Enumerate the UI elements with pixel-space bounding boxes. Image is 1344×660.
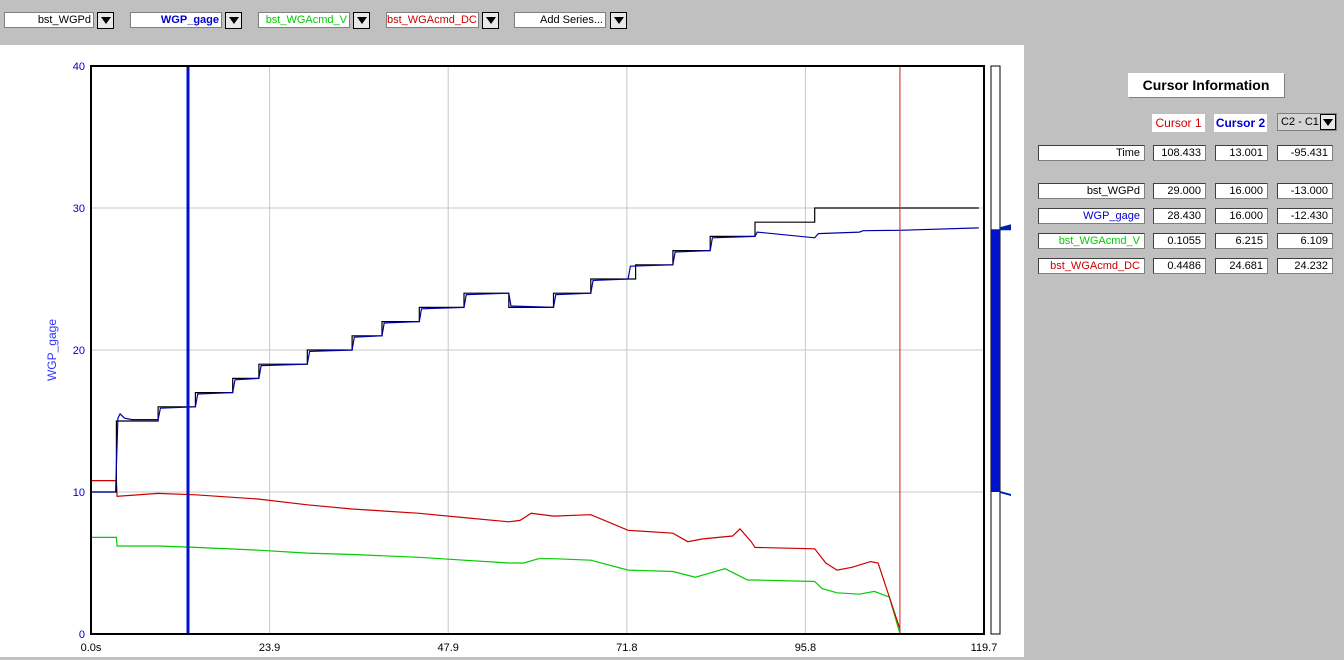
series-line-bst-wgacmd-v	[91, 536, 901, 633]
chevron-down-icon	[613, 17, 624, 24]
cursor1-header: Cursor 1	[1152, 114, 1205, 132]
x-tick-label: 0.0s	[81, 642, 102, 654]
chevron-down-icon	[485, 17, 496, 24]
upper-handle-icon[interactable]	[1000, 224, 1011, 231]
x-tick-label: 119.7	[971, 642, 998, 654]
series-cursor2-value: 24.681	[1215, 258, 1268, 274]
chevron-down-icon	[1323, 118, 1333, 126]
series-row-label: bst_WGAcmd_V	[1038, 233, 1145, 249]
series-line-bst-wgacmd-dc	[91, 480, 901, 629]
series-row-label: bst_WGAcmd_DC	[1038, 258, 1145, 274]
series-row-label: bst_WGPd	[1038, 183, 1145, 199]
series-dropdown-wgp-gage[interactable]	[225, 12, 242, 29]
series-dropdown-bst-wgacmd-dc[interactable]	[482, 12, 499, 29]
series-select-bst-wgacmd-dc[interactable]: bst_WGAcmd_DC	[386, 12, 479, 28]
line-chart[interactable]: 0.0s 23.9 47.9 71.8 95.8 119.7 0 10 20 30 40 WGP_ga…	[0, 45, 1024, 657]
time-cursor1-value: 108.433	[1153, 145, 1206, 161]
y-tick-label: 0	[79, 629, 85, 641]
series-diff-value: 24.232	[1277, 258, 1333, 274]
series-select-bst-wgpd[interactable]: bst_WGPd	[4, 12, 94, 28]
series-diff-value: -12.430	[1277, 208, 1333, 224]
series-toolbar: bst_WGPd WGP_gage bst_WGAcmd_V bst_WGAcm…	[0, 0, 1344, 44]
series-cursor2-value: 16.000	[1215, 183, 1268, 199]
time-row-label: Time	[1038, 145, 1145, 161]
series-line-wgp-gage	[91, 227, 979, 493]
series-dropdown-bst-wgacmd-v[interactable]	[353, 12, 370, 29]
series-cursor2-value: 6.215	[1215, 233, 1268, 249]
series-row-label: WGP_gage	[1038, 208, 1145, 224]
y-tick-label: 30	[73, 203, 85, 215]
diff-mode-dropdown[interactable]	[1320, 114, 1336, 130]
series-cursor1-value: 0.4486	[1153, 258, 1206, 274]
series-diff-value: 6.109	[1277, 233, 1333, 249]
y-tick-label: 40	[73, 61, 85, 73]
lower-handle-icon[interactable]	[1000, 491, 1011, 496]
x-tick-label: 95.8	[795, 642, 816, 654]
y-tick-label: 10	[73, 487, 85, 499]
chevron-down-icon	[228, 17, 239, 24]
x-tick-label: 71.8	[616, 642, 637, 654]
y-axis-label: WGP_gage	[45, 319, 59, 381]
add-series-select[interactable]: Add Series...	[514, 12, 606, 28]
series-dropdown-bst-wgpd[interactable]	[97, 12, 114, 29]
time-diff-value: -95.431	[1277, 145, 1333, 161]
chevron-down-icon	[100, 17, 111, 24]
series-select-bst-wgacmd-v[interactable]: bst_WGAcmd_V	[258, 12, 350, 28]
add-series-dropdown[interactable]	[610, 12, 627, 29]
x-tick-label: 23.9	[259, 642, 280, 654]
y-tick-label: 20	[73, 345, 85, 357]
cursor-info-title: Cursor Information	[1128, 73, 1284, 97]
series-diff-value: -13.000	[1277, 183, 1333, 199]
scale-scrollbar-thumb[interactable]	[991, 229, 1000, 493]
cursor-information-panel: Cursor Information Cursor 1 Cursor 2 C2 …	[1024, 45, 1344, 657]
plot-panel: 0.0s 23.9 47.9 71.8 95.8 119.7 0 10 20 30 40 WGP_ga…	[0, 45, 1024, 657]
series-cursor1-value: 28.430	[1153, 208, 1206, 224]
series-cursor2-value: 16.000	[1215, 208, 1268, 224]
chevron-down-icon	[356, 17, 367, 24]
diff-mode-label: C2 - C1	[1281, 116, 1319, 128]
series-cursor1-value: 0.1055	[1153, 233, 1206, 249]
time-cursor2-value: 13.001	[1215, 145, 1268, 161]
cursor2-header: Cursor 2	[1214, 114, 1267, 132]
series-select-wgp-gage[interactable]: WGP_gage	[130, 12, 222, 28]
diff-mode-select[interactable]: C2 - C1	[1277, 113, 1337, 131]
series-cursor1-value: 29.000	[1153, 183, 1206, 199]
x-tick-label: 47.9	[437, 642, 458, 654]
